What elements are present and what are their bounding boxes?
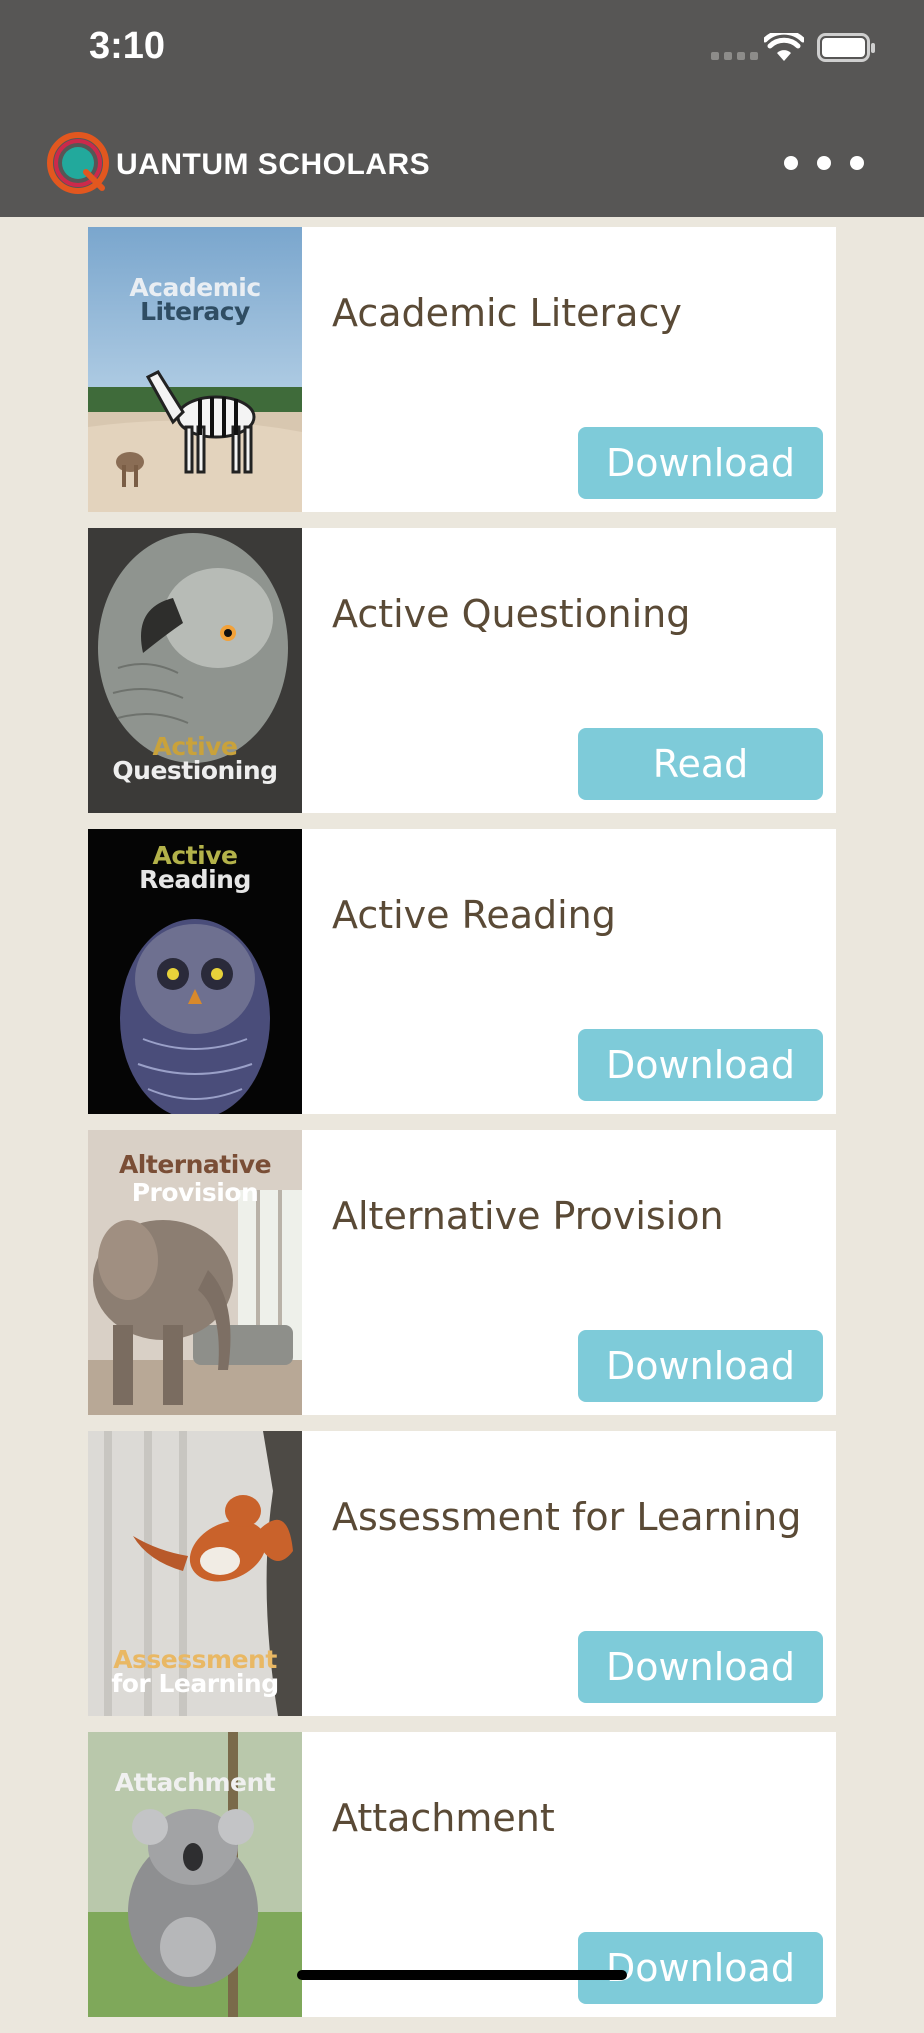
app-header: UANTUM SCHOLARS [0, 100, 924, 217]
more-dot-icon [817, 156, 831, 170]
wifi-icon [764, 33, 804, 61]
book-list: Academic Literacy Academic Literacy Down… [88, 227, 836, 2033]
more-options-button[interactable] [784, 144, 864, 182]
book-title: Academic Literacy [332, 291, 682, 335]
cellular-signal-icon [711, 52, 758, 60]
book-cover[interactable]: Assessment for Learning [88, 1431, 302, 1716]
book-card[interactable]: Active Reading Active Reading Download [88, 829, 836, 1114]
book-cover[interactable]: Active Reading [88, 829, 302, 1114]
book-card[interactable]: Active Questioning Active Questioning Re… [88, 528, 836, 813]
battery-icon [817, 33, 875, 62]
book-cover[interactable]: Attachment [88, 1732, 302, 2017]
book-card[interactable]: Alternative Provision Alternative Provis… [88, 1130, 836, 1415]
zebra-cover-illustration [88, 227, 302, 512]
more-dot-icon [850, 156, 864, 170]
status-time: 3:10 [89, 25, 166, 67]
download-button[interactable]: Download [578, 1932, 823, 2004]
book-title: Attachment [332, 1796, 555, 1840]
download-button[interactable]: Download [578, 427, 823, 499]
cover-title-line2: for Learning [111, 1669, 279, 1698]
read-button[interactable]: Read [578, 728, 823, 800]
more-dot-icon [784, 156, 798, 170]
book-title: Alternative Provision [332, 1194, 724, 1238]
cover-title-line2: Questioning [112, 756, 278, 785]
home-indicator[interactable] [297, 1970, 627, 1980]
cover-title-line1: Attachment [114, 1768, 276, 1797]
book-title: Assessment for Learning [332, 1495, 802, 1539]
cover-title-line2: Literacy [140, 297, 250, 326]
download-button[interactable]: Download [578, 1631, 823, 1703]
download-button[interactable]: Download [578, 1029, 823, 1101]
cover-title-line2: Reading [139, 865, 251, 894]
status-bar: 3:10 [0, 0, 924, 100]
book-cover[interactable]: Academic Literacy [88, 227, 302, 512]
book-cover[interactable]: Alternative Provision [88, 1130, 302, 1415]
download-button[interactable]: Download [578, 1330, 823, 1402]
book-title: Active Questioning [332, 592, 691, 636]
cover-title-line2: Provision [131, 1178, 259, 1207]
book-card[interactable]: Assessment for Learning Assessment for L… [88, 1431, 836, 1716]
book-card[interactable]: Academic Literacy Academic Literacy Down… [88, 227, 836, 512]
app-name: UANTUM SCHOLARS [116, 148, 431, 181]
book-title: Active Reading [332, 893, 616, 937]
cover-title-line1: Alternative [118, 1150, 272, 1179]
quantum-logo-icon [47, 132, 109, 194]
book-cover[interactable]: Active Questioning [88, 528, 302, 813]
